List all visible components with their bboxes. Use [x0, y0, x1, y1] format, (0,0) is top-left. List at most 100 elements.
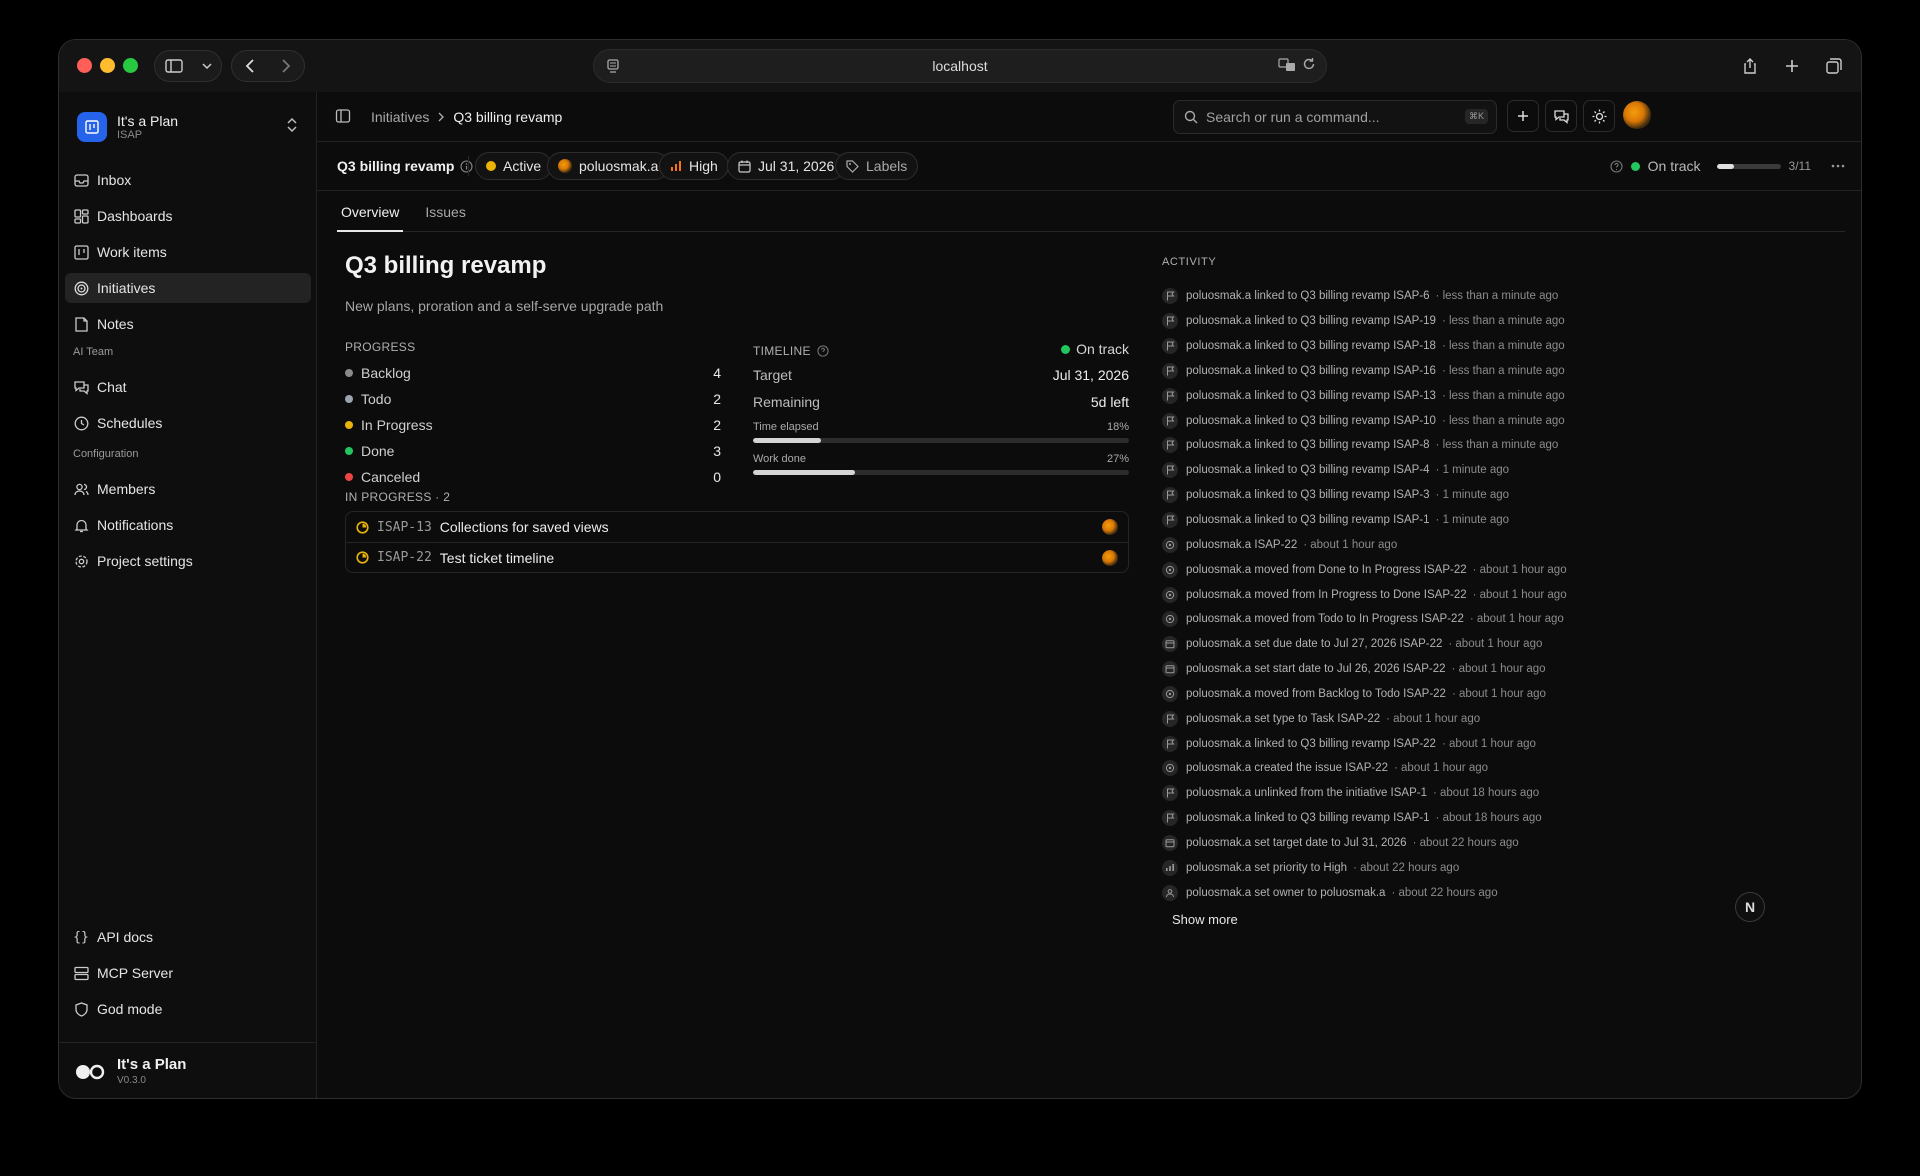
circle-icon	[1162, 685, 1178, 702]
sidebar-item-label: Members	[97, 481, 156, 497]
tab-overview[interactable]: Overview	[337, 198, 404, 232]
url-bar[interactable]: localhost	[593, 49, 1327, 83]
help-icon[interactable]	[1610, 159, 1623, 173]
activity-time: · less than a minute ago	[1441, 364, 1565, 377]
sidebar-item-inbox[interactable]: Inbox	[65, 165, 311, 195]
sidebar-item-api-docs[interactable]: {} API docs	[65, 922, 311, 952]
target-date-chip[interactable]: Jul 31, 2026	[727, 152, 846, 180]
tab-issues[interactable]: Issues	[421, 198, 469, 232]
activity-feed: ACTIVITY poluosmak.a linked to Q3 billin…	[1162, 256, 1602, 905]
show-more-button[interactable]: Show more	[1172, 912, 1238, 927]
more-options-icon[interactable]	[1831, 164, 1845, 168]
workspace-switcher[interactable]: It's a Plan ISAP	[71, 102, 305, 152]
progress-count: 3	[713, 443, 721, 459]
close-window-button[interactable]	[77, 58, 92, 73]
toggle-sidebar-icon[interactable]	[335, 108, 351, 124]
sidebar-item-initiatives[interactable]: Initiatives	[65, 273, 311, 303]
chevron-down-icon[interactable]	[201, 63, 212, 69]
calendar-icon	[1162, 661, 1178, 678]
maximize-window-button[interactable]	[123, 58, 138, 73]
activity-time: · less than a minute ago	[1441, 414, 1565, 427]
sidebar-item-notifications[interactable]: Notifications	[65, 510, 311, 540]
priority-chip[interactable]: High	[659, 152, 729, 180]
flag-icon	[1162, 437, 1178, 454]
health-status[interactable]: On track	[1648, 158, 1701, 174]
progress-row-backlog: Backlog 4	[345, 360, 721, 386]
status-dot	[486, 161, 496, 171]
share-icon[interactable]	[1733, 50, 1767, 82]
sidebar-item-label: God mode	[97, 1001, 163, 1017]
status-dot	[345, 473, 353, 481]
configuration-heading: Configuration	[73, 448, 139, 460]
workspace-logo-icon	[77, 112, 107, 142]
workspace-key: ISAP	[117, 128, 143, 141]
info-icon[interactable]	[460, 159, 474, 173]
user-avatar[interactable]	[1623, 101, 1651, 129]
chat-button[interactable]	[1545, 100, 1577, 132]
assignee-avatar	[1102, 519, 1118, 535]
sidebar-item-label: API docs	[97, 929, 154, 945]
initiative-header: Q3 billing revamp Active poluosmak.a Hig…	[317, 142, 1861, 191]
sidebar-item-label: Schedules	[97, 415, 163, 431]
reload-icon[interactable]	[1302, 57, 1316, 73]
remaining-value: 5d left	[1090, 393, 1129, 410]
breadcrumb-initiatives[interactable]: Initiatives	[371, 109, 429, 125]
browser-sidebar-icon[interactable]	[164, 59, 183, 73]
activity-item: poluosmak.a linked to Q3 billing revamp …	[1162, 508, 1602, 533]
ai-team-nav: AI Team Chat Schedules	[65, 346, 311, 444]
new-tab-icon[interactable]	[1775, 50, 1809, 82]
progress-count: 2	[713, 391, 721, 407]
time-elapsed-label: Time elapsed	[753, 421, 819, 433]
sidebar-item-project-settings[interactable]: Project settings	[65, 546, 311, 576]
status-chip[interactable]: Active	[475, 152, 553, 180]
theme-toggle-button[interactable]	[1583, 100, 1615, 132]
sidebar-item-notes[interactable]: Notes	[65, 309, 311, 339]
sidebar-item-members[interactable]: Members	[65, 474, 311, 504]
back-icon[interactable]	[245, 59, 255, 73]
activity-text: poluosmak.a linked to Q3 billing revamp …	[1186, 439, 1430, 452]
time-elapsed-fill	[753, 438, 821, 443]
priority-icon	[1162, 859, 1178, 876]
page-settings-icon[interactable]	[606, 58, 620, 74]
activity-text: poluosmak.a created the issue ISAP-22	[1186, 762, 1389, 775]
activity-item: poluosmak.a set priority to High · about …	[1162, 855, 1602, 880]
sidebar-item-mcp-server[interactable]: MCP Server	[65, 958, 311, 988]
tab-overview-icon[interactable]	[1817, 50, 1851, 82]
flag-icon	[1162, 810, 1178, 827]
tag-icon	[846, 159, 859, 173]
issue-row[interactable]: ISAP-13 Collections for saved views	[346, 512, 1128, 542]
issue-row[interactable]: ISAP-22 Test ticket timeline	[346, 542, 1128, 572]
kanban-icon	[73, 244, 89, 260]
activity-item: poluosmak.a set start date to Jul 26, 20…	[1162, 657, 1602, 682]
timeline-section: TIMELINE On track Target Jul 31, 2026 Re…	[753, 341, 1129, 475]
activity-text: poluosmak.a set start date to Jul 26, 20…	[1186, 663, 1446, 676]
floating-action-button[interactable]: N	[1735, 892, 1765, 922]
issues-count: 3/11	[1788, 159, 1811, 173]
sidebar-item-schedules[interactable]: Schedules	[65, 408, 311, 438]
activity-time: · about 22 hours ago	[1391, 886, 1498, 899]
minimize-window-button[interactable]	[100, 58, 115, 73]
sidebar-item-label: MCP Server	[97, 965, 173, 981]
forward-icon[interactable]	[281, 59, 291, 73]
add-button[interactable]	[1507, 100, 1539, 132]
activity-time: · less than a minute ago	[1435, 290, 1559, 303]
owner-chip[interactable]: poluosmak.a	[547, 152, 670, 180]
app-version: V0.3.0	[117, 1074, 146, 1086]
activity-time: · about 1 hour ago	[1386, 712, 1481, 725]
activity-text: poluosmak.a linked to Q3 billing revamp …	[1186, 514, 1430, 527]
assignee-avatar	[1102, 550, 1118, 566]
labels-chip[interactable]: Labels	[835, 152, 919, 180]
sidebar-item-chat[interactable]: Chat	[65, 372, 311, 402]
sidebar-item-work-items[interactable]: Work items	[65, 237, 311, 267]
sidebar-item-god-mode[interactable]: God mode	[65, 994, 311, 1024]
flag-icon	[1162, 338, 1178, 355]
sun-icon	[1592, 109, 1606, 123]
activity-item: poluosmak.a linked to Q3 billing revamp …	[1162, 731, 1602, 756]
sidebar-item-dashboards[interactable]: Dashboards	[65, 201, 311, 231]
activity-text: poluosmak.a unlinked from the initiative…	[1186, 787, 1427, 800]
activity-text: poluosmak.a linked to Q3 billing revamp …	[1186, 737, 1436, 750]
help-icon[interactable]	[817, 345, 829, 357]
search-input[interactable]: Search or run a command... ⌘K	[1173, 100, 1497, 134]
translate-icon[interactable]	[1278, 57, 1296, 73]
status-dot	[345, 447, 353, 455]
